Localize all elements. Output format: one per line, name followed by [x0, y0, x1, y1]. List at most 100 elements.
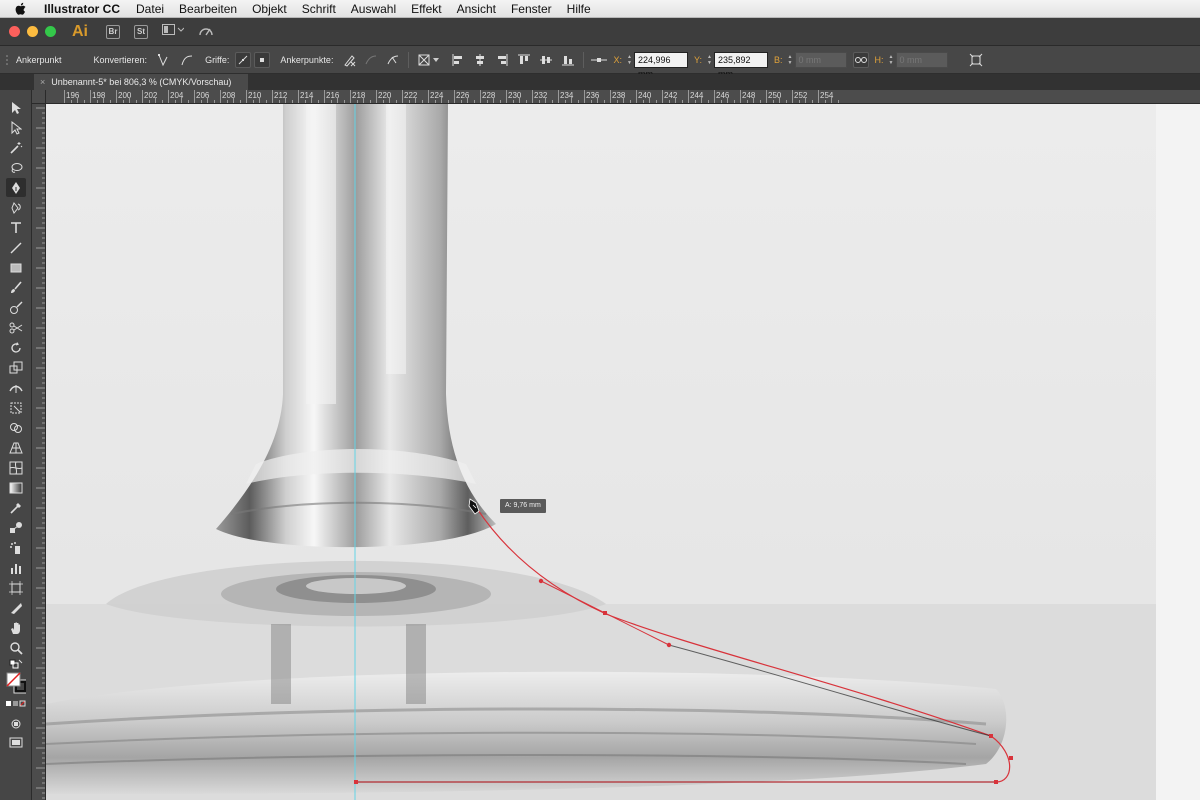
direct-selection-tool-icon[interactable]: [6, 118, 26, 137]
document-tab[interactable]: × Unbenannt-5* bei 806,3 % (CMYK/Vorschau…: [34, 74, 248, 90]
ruler-minor-tick: [753, 97, 754, 103]
horizontal-ruler[interactable]: 196 198 200 202 204 206 208 210 212 214 216 218 220 2…: [46, 90, 1200, 104]
line-segment-tool-icon[interactable]: [6, 238, 26, 257]
ruler-minor-tick: [642, 100, 644, 103]
ruler-minor-tick: [395, 100, 397, 103]
eyedropper-tool-icon[interactable]: [6, 498, 26, 517]
ruler-minor-tick: [109, 100, 111, 103]
align-center-v-icon[interactable]: [538, 52, 554, 68]
menu-datei[interactable]: Datei: [136, 2, 164, 16]
ruler-minor-tick: [441, 97, 442, 103]
ruler-minor-tick: [473, 100, 475, 103]
minimize-window-button[interactable]: [27, 26, 38, 37]
vertical-ruler[interactable]: [32, 104, 46, 800]
transform-pattern-icon[interactable]: [416, 52, 432, 68]
align-right-icon[interactable]: [494, 52, 510, 68]
menu-objekt[interactable]: Objekt: [252, 2, 287, 16]
rotate-tool-icon[interactable]: [6, 338, 26, 357]
control-bar: Ankerpunkt Konvertieren: Griffe: Ankerpu…: [0, 46, 1200, 79]
constrain-proportions-icon[interactable]: [852, 51, 869, 68]
cut-path-icon[interactable]: [385, 52, 401, 68]
mesh-tool-icon[interactable]: [6, 458, 26, 477]
symbol-sprayer-tool-icon[interactable]: [6, 538, 26, 557]
width-tool-icon[interactable]: [6, 378, 26, 397]
menu-ansicht[interactable]: Ansicht: [457, 2, 496, 16]
artboard-canvas[interactable]: A: 9,76 mm: [46, 104, 1200, 800]
menu-schrift[interactable]: Schrift: [302, 2, 336, 16]
y-stepper[interactable]: ▲ ▼: [705, 52, 714, 68]
menu-effekt[interactable]: Effekt: [411, 2, 441, 16]
height-stepper[interactable]: ▲ ▼: [887, 52, 896, 68]
drawing-mode-icon[interactable]: [6, 714, 26, 733]
ruler-tick: [350, 90, 351, 103]
blend-tool-icon[interactable]: [6, 518, 26, 537]
ruler-minor-tick: [597, 97, 598, 103]
reference-point-icon[interactable]: [591, 52, 608, 68]
ruler-minor-tick: [317, 100, 319, 103]
y-position-field[interactable]: 235,892 mm: [713, 51, 768, 79]
perspective-grid-tool-icon[interactable]: [6, 438, 26, 457]
magic-wand-tool-icon[interactable]: [6, 138, 26, 157]
ruler-origin[interactable]: [32, 90, 46, 104]
pen-tool-icon[interactable]: [6, 178, 26, 197]
menu-bearbeiten[interactable]: Bearbeiten: [179, 2, 237, 16]
ruler-minor-tick: [207, 97, 208, 103]
free-transform-tool-icon[interactable]: [6, 398, 26, 417]
hide-handles-icon[interactable]: [254, 51, 271, 68]
selection-tool-icon[interactable]: [6, 98, 26, 117]
chevron-down-icon[interactable]: [432, 52, 440, 68]
menu-app-name[interactable]: Illustrator CC: [44, 2, 120, 16]
zoom-window-button[interactable]: [45, 26, 56, 37]
width-stepper[interactable]: ▲ ▼: [786, 52, 795, 68]
scissors-tool-icon[interactable]: [6, 318, 26, 337]
ruler-minor-tick: [837, 100, 839, 103]
ruler-tick: [428, 90, 429, 103]
convert-to-smooth-icon[interactable]: [179, 52, 195, 68]
close-tab-icon[interactable]: ×: [40, 77, 45, 87]
show-handles-icon[interactable]: [235, 51, 252, 68]
x-position-field[interactable]: 224,996 mm: [633, 51, 688, 79]
paintbrush-tool-icon[interactable]: [6, 278, 26, 297]
curvature-tool-icon[interactable]: [6, 198, 26, 217]
ruler-minor-tick: [668, 100, 670, 103]
gpu-performance-icon[interactable]: [198, 23, 214, 40]
artboard-tool-icon[interactable]: [6, 578, 26, 597]
menu-fenster[interactable]: Fenster: [511, 2, 552, 16]
gradient-tool-icon[interactable]: [6, 478, 26, 497]
menu-auswahl[interactable]: Auswahl: [351, 2, 396, 16]
ruler-minor-tick: [278, 100, 280, 103]
default-colors-icon[interactable]: [6, 658, 26, 670]
align-top-icon[interactable]: [516, 52, 532, 68]
height-field[interactable]: 0 mm: [895, 51, 948, 68]
stock-button[interactable]: St: [134, 24, 148, 39]
fill-stroke-swatch-icon[interactable]: [6, 672, 26, 694]
menu-hilfe[interactable]: Hilfe: [567, 2, 591, 16]
ruler-minor-tick: [369, 100, 371, 103]
close-window-button[interactable]: [9, 26, 20, 37]
shape-builder-tool-icon[interactable]: [6, 418, 26, 437]
ruler-minor-tick: [226, 100, 228, 103]
align-left-icon[interactable]: [450, 52, 466, 68]
convert-to-corner-icon[interactable]: [155, 52, 171, 68]
column-graph-tool-icon[interactable]: [6, 558, 26, 577]
x-stepper[interactable]: ▲ ▼: [625, 52, 634, 68]
remove-anchor-icon[interactable]: [341, 52, 357, 68]
zoom-tool-icon[interactable]: [6, 638, 26, 657]
bridge-button[interactable]: Br: [106, 24, 120, 39]
isolate-selection-icon[interactable]: [968, 52, 984, 68]
hand-tool-icon[interactable]: [6, 618, 26, 637]
color-mode-icons[interactable]: [6, 698, 26, 710]
align-center-h-icon[interactable]: [472, 52, 488, 68]
rectangle-tool-icon[interactable]: [6, 258, 26, 277]
arrange-documents-icon[interactable]: [162, 24, 185, 39]
align-bottom-icon[interactable]: [560, 52, 576, 68]
scale-tool-icon[interactable]: [6, 358, 26, 377]
screen-mode-icon[interactable]: [6, 732, 26, 751]
shaper-tool-icon[interactable]: [6, 298, 26, 317]
type-tool-icon[interactable]: [6, 218, 26, 237]
slice-tool-icon[interactable]: [6, 598, 26, 617]
connect-anchors-icon[interactable]: [363, 52, 379, 68]
apple-logo-icon[interactable]: [14, 2, 28, 16]
width-field[interactable]: 0 mm: [794, 51, 847, 68]
lasso-tool-icon[interactable]: [6, 158, 26, 177]
